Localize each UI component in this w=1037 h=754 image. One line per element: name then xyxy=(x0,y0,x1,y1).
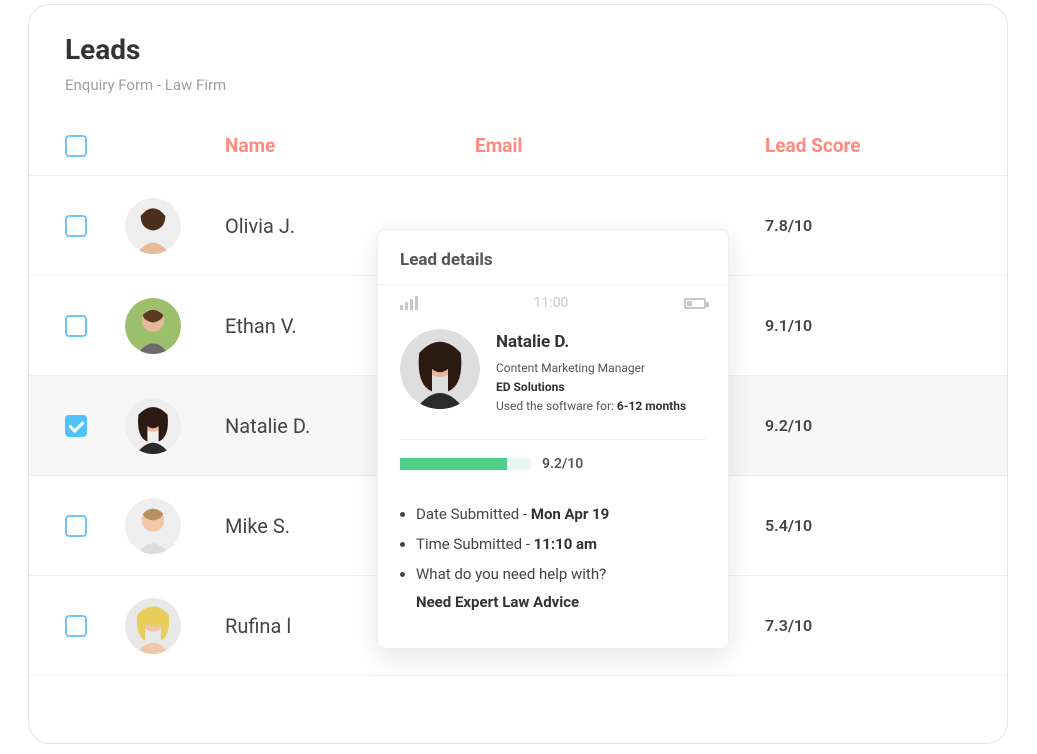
detail-company: ED Solutions xyxy=(496,380,565,394)
col-name[interactable]: Name xyxy=(225,134,475,157)
lead-score: 7.8/10 xyxy=(765,216,971,235)
lead-score: 7.3/10 xyxy=(765,616,971,635)
row-checkbox[interactable] xyxy=(65,515,87,537)
row-checkbox[interactable] xyxy=(65,215,87,237)
score-bar xyxy=(400,458,530,470)
signal-icon xyxy=(400,296,418,310)
select-all-checkbox[interactable] xyxy=(65,135,87,157)
avatar xyxy=(125,298,181,354)
score-block: 9.2/10 xyxy=(378,440,728,476)
row-checkbox[interactable] xyxy=(65,615,87,637)
row-checkbox[interactable] xyxy=(65,415,87,437)
col-score[interactable]: Lead Score xyxy=(765,134,971,157)
page-header: Leads Enquiry Form - Law Firm xyxy=(29,5,1007,94)
row-checkbox[interactable] xyxy=(65,315,87,337)
detail-tenure-label: Used the software for: xyxy=(496,399,617,413)
page-subtitle: Enquiry Form - Law Firm xyxy=(65,76,971,94)
avatar xyxy=(125,398,181,454)
device-statusbar: 11:00 xyxy=(378,285,728,311)
col-email[interactable]: Email xyxy=(475,134,765,157)
page-title: Leads xyxy=(65,33,971,66)
popup-title: Lead details xyxy=(378,230,728,285)
detail-date: Date Submitted - Mon Apr 19 xyxy=(416,499,706,529)
lead-detail-popup: Lead details 11:00 Natalie D. Content Ma… xyxy=(377,229,729,649)
detail-answer: Need Expert Law Advice xyxy=(416,589,706,611)
detail-role: Content Marketing Manager xyxy=(496,359,686,378)
score-text: 9.2/10 xyxy=(542,456,583,472)
battery-icon xyxy=(684,298,706,309)
detail-tenure-value: 6-12 months xyxy=(617,399,686,413)
avatar xyxy=(125,198,181,254)
score-bar-fill xyxy=(400,458,507,470)
detail-name: Natalie D. xyxy=(496,329,686,355)
avatar xyxy=(125,598,181,654)
statusbar-time: 11:00 xyxy=(534,295,569,311)
avatar xyxy=(400,329,480,409)
detail-question: What do you need help with? xyxy=(416,559,706,589)
detail-meta-list: Date Submitted - Mon Apr 19 Time Submitt… xyxy=(378,491,728,633)
table-header-row: Name Email Lead Score xyxy=(29,116,1007,176)
lead-person-block: Natalie D. Content Marketing Manager ED … xyxy=(378,311,728,439)
detail-time: Time Submitted - 11:10 am xyxy=(416,529,706,559)
lead-score: 5.4/10 xyxy=(765,516,971,535)
avatar xyxy=(125,498,181,554)
lead-score: 9.2/10 xyxy=(765,416,971,435)
leads-card: Leads Enquiry Form - Law Firm Name Email… xyxy=(28,4,1008,744)
lead-score: 9.1/10 xyxy=(765,316,971,335)
